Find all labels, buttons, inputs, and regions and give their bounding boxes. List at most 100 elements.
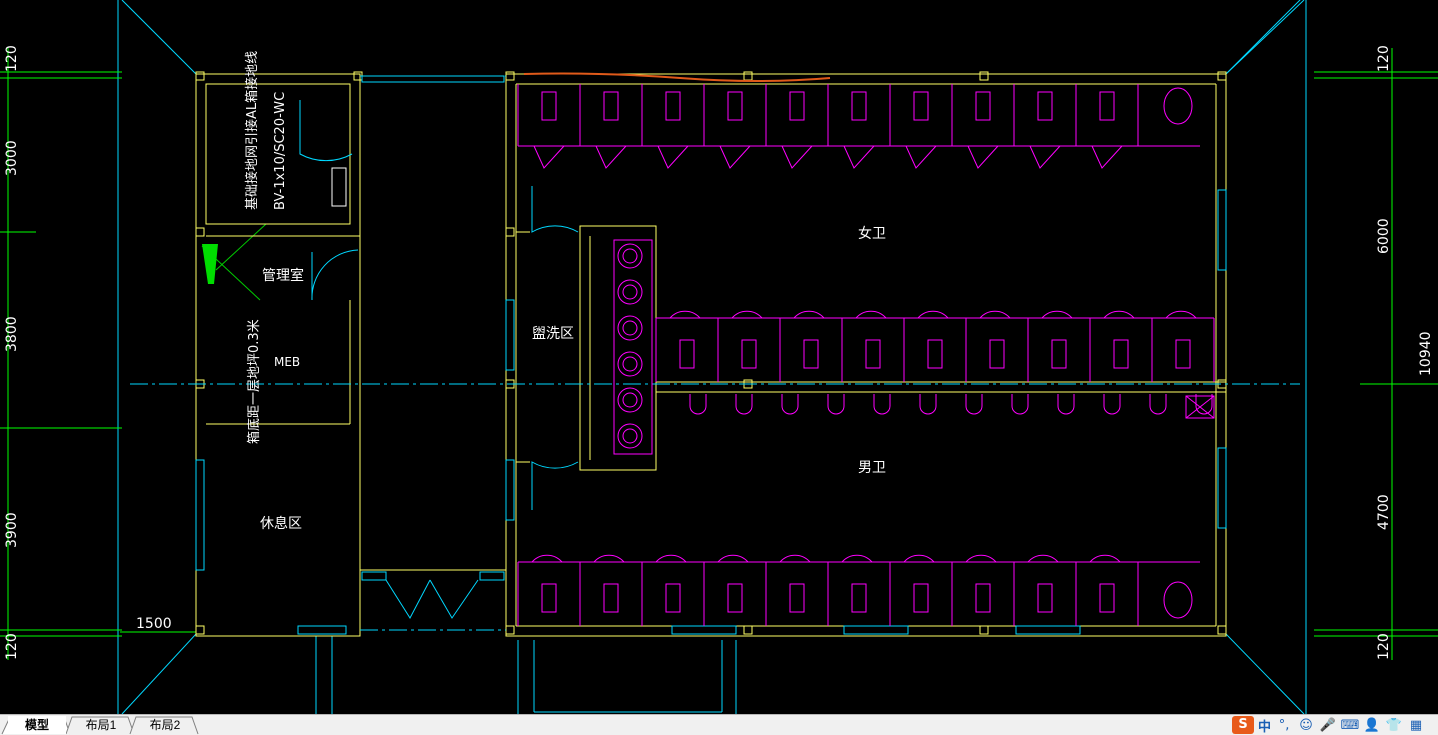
stall-door bbox=[531, 554, 563, 563]
toilet-fixture bbox=[665, 583, 681, 613]
stall-door bbox=[841, 554, 873, 563]
shirt-icon[interactable]: 👕 bbox=[1385, 716, 1403, 734]
stall-door bbox=[967, 145, 999, 169]
toilet-fixture bbox=[1175, 339, 1191, 369]
dim-bottom: 1500 bbox=[136, 616, 172, 632]
toilet-fixture bbox=[541, 91, 557, 121]
urinal bbox=[1149, 394, 1167, 415]
dim-right-2: 6000 bbox=[1376, 218, 1392, 254]
toilet-fixture bbox=[727, 583, 743, 613]
toilet-fixture bbox=[1163, 581, 1193, 619]
toilet-fixture bbox=[603, 583, 619, 613]
room-label-wash: 盥洗区 bbox=[532, 326, 574, 342]
toilet-fixture bbox=[789, 91, 805, 121]
urinal bbox=[827, 394, 845, 415]
stall-door bbox=[965, 554, 997, 563]
toilet-fixture bbox=[851, 583, 867, 613]
toilet-fixture bbox=[741, 339, 757, 369]
stall-door bbox=[1091, 145, 1123, 169]
urinal bbox=[689, 394, 707, 415]
stall-door bbox=[1029, 145, 1061, 169]
note-grounding: 基础接地网引接AL箱接地线 bbox=[244, 51, 260, 210]
floor-plan-drawing: 120 3000 3800 3900 120 120 6000 10940 47… bbox=[0, 0, 1438, 714]
urinal bbox=[1103, 394, 1121, 415]
dim-right-1: 120 bbox=[1376, 45, 1392, 72]
ime-language-toggle[interactable]: 中 bbox=[1258, 716, 1271, 735]
ime-punctuation-toggle[interactable]: °, bbox=[1275, 716, 1293, 734]
stall-door bbox=[717, 554, 749, 563]
smiley-icon[interactable]: ☺ bbox=[1297, 716, 1315, 734]
room-label-female: 女卫 bbox=[858, 225, 886, 242]
dim-left-4: 3900 bbox=[4, 512, 20, 548]
ime-logo-icon[interactable]: S bbox=[1232, 716, 1254, 734]
toilet-fixture bbox=[975, 91, 991, 121]
stall-door bbox=[1041, 310, 1073, 319]
stall-door bbox=[905, 145, 937, 169]
toilet-fixture bbox=[541, 583, 557, 613]
doors bbox=[299, 100, 579, 619]
urinal bbox=[1057, 394, 1075, 415]
urinal bbox=[919, 394, 937, 415]
note-box-height: 箱底距一层地坪0.3米 bbox=[246, 319, 262, 444]
user-icon[interactable]: 👤 bbox=[1363, 716, 1381, 734]
wash-basin-bowl bbox=[622, 392, 638, 408]
wash-basin bbox=[617, 387, 643, 413]
toilet-fixture bbox=[1113, 339, 1129, 369]
toilet-fixture bbox=[1163, 87, 1193, 125]
room-label-meb: MEB bbox=[274, 355, 300, 369]
stall-door bbox=[1165, 310, 1197, 319]
wash-basin-bowl bbox=[622, 428, 638, 444]
frame-lines bbox=[117, 0, 1307, 714]
stall-door bbox=[719, 145, 751, 169]
toilet-fixture bbox=[1051, 339, 1067, 369]
wash-basin bbox=[617, 243, 643, 269]
room-label-male: 男卫 bbox=[858, 460, 886, 476]
stall-door bbox=[655, 554, 687, 563]
toilet-fixture bbox=[665, 91, 681, 121]
urinal bbox=[965, 394, 983, 415]
wash-basin bbox=[617, 423, 643, 449]
stall-door bbox=[595, 145, 627, 169]
mop-sink bbox=[1185, 395, 1215, 419]
keyboard-icon[interactable]: ⌨ bbox=[1341, 716, 1360, 734]
urinal bbox=[873, 394, 891, 415]
tab-layout1[interactable]: 布局1 bbox=[72, 716, 130, 734]
toilet-fixture bbox=[679, 339, 695, 369]
stall-door bbox=[903, 554, 935, 563]
toilet-fixture bbox=[603, 91, 619, 121]
revision-line bbox=[523, 72, 831, 82]
tab-layout2[interactable]: 布局2 bbox=[136, 716, 194, 734]
wash-basin bbox=[617, 279, 643, 305]
microphone-icon[interactable]: 🎤 bbox=[1319, 716, 1337, 734]
stall-door bbox=[1089, 554, 1121, 563]
tab-model[interactable]: 模型 bbox=[8, 716, 66, 734]
wash-basin-bowl bbox=[622, 248, 638, 264]
stall-door bbox=[917, 310, 949, 319]
stall-door bbox=[593, 554, 625, 563]
stall-door bbox=[843, 145, 875, 169]
stall-door bbox=[1027, 554, 1059, 563]
wash-basins bbox=[613, 239, 653, 455]
wash-basin-bowl bbox=[622, 356, 638, 372]
stall-door bbox=[781, 145, 813, 169]
wash-basin bbox=[617, 351, 643, 377]
urinal bbox=[1011, 394, 1029, 415]
note-cable-spec: BV-1x10/SC20-WC bbox=[273, 92, 288, 210]
stall-door bbox=[1103, 310, 1135, 319]
wash-basin-bowl bbox=[622, 320, 638, 336]
toilet-fixture bbox=[927, 339, 943, 369]
toilet-fixture bbox=[1099, 91, 1115, 121]
model-space-canvas[interactable]: 120 3000 3800 3900 120 120 6000 10940 47… bbox=[0, 0, 1438, 714]
dimension-lines bbox=[0, 48, 1438, 660]
toilet-fixture bbox=[989, 339, 1005, 369]
wash-basin-bowl bbox=[622, 284, 638, 300]
stall-door bbox=[855, 310, 887, 319]
grid-icon[interactable]: ▦ bbox=[1407, 716, 1425, 734]
stall-door bbox=[793, 310, 825, 319]
stall-door bbox=[779, 554, 811, 563]
dim-right-3: 10940 bbox=[1418, 331, 1434, 376]
toilet-fixture bbox=[851, 91, 867, 121]
stall-door bbox=[669, 310, 701, 319]
dim-right-4: 4700 bbox=[1376, 494, 1392, 530]
stall-door bbox=[979, 310, 1011, 319]
